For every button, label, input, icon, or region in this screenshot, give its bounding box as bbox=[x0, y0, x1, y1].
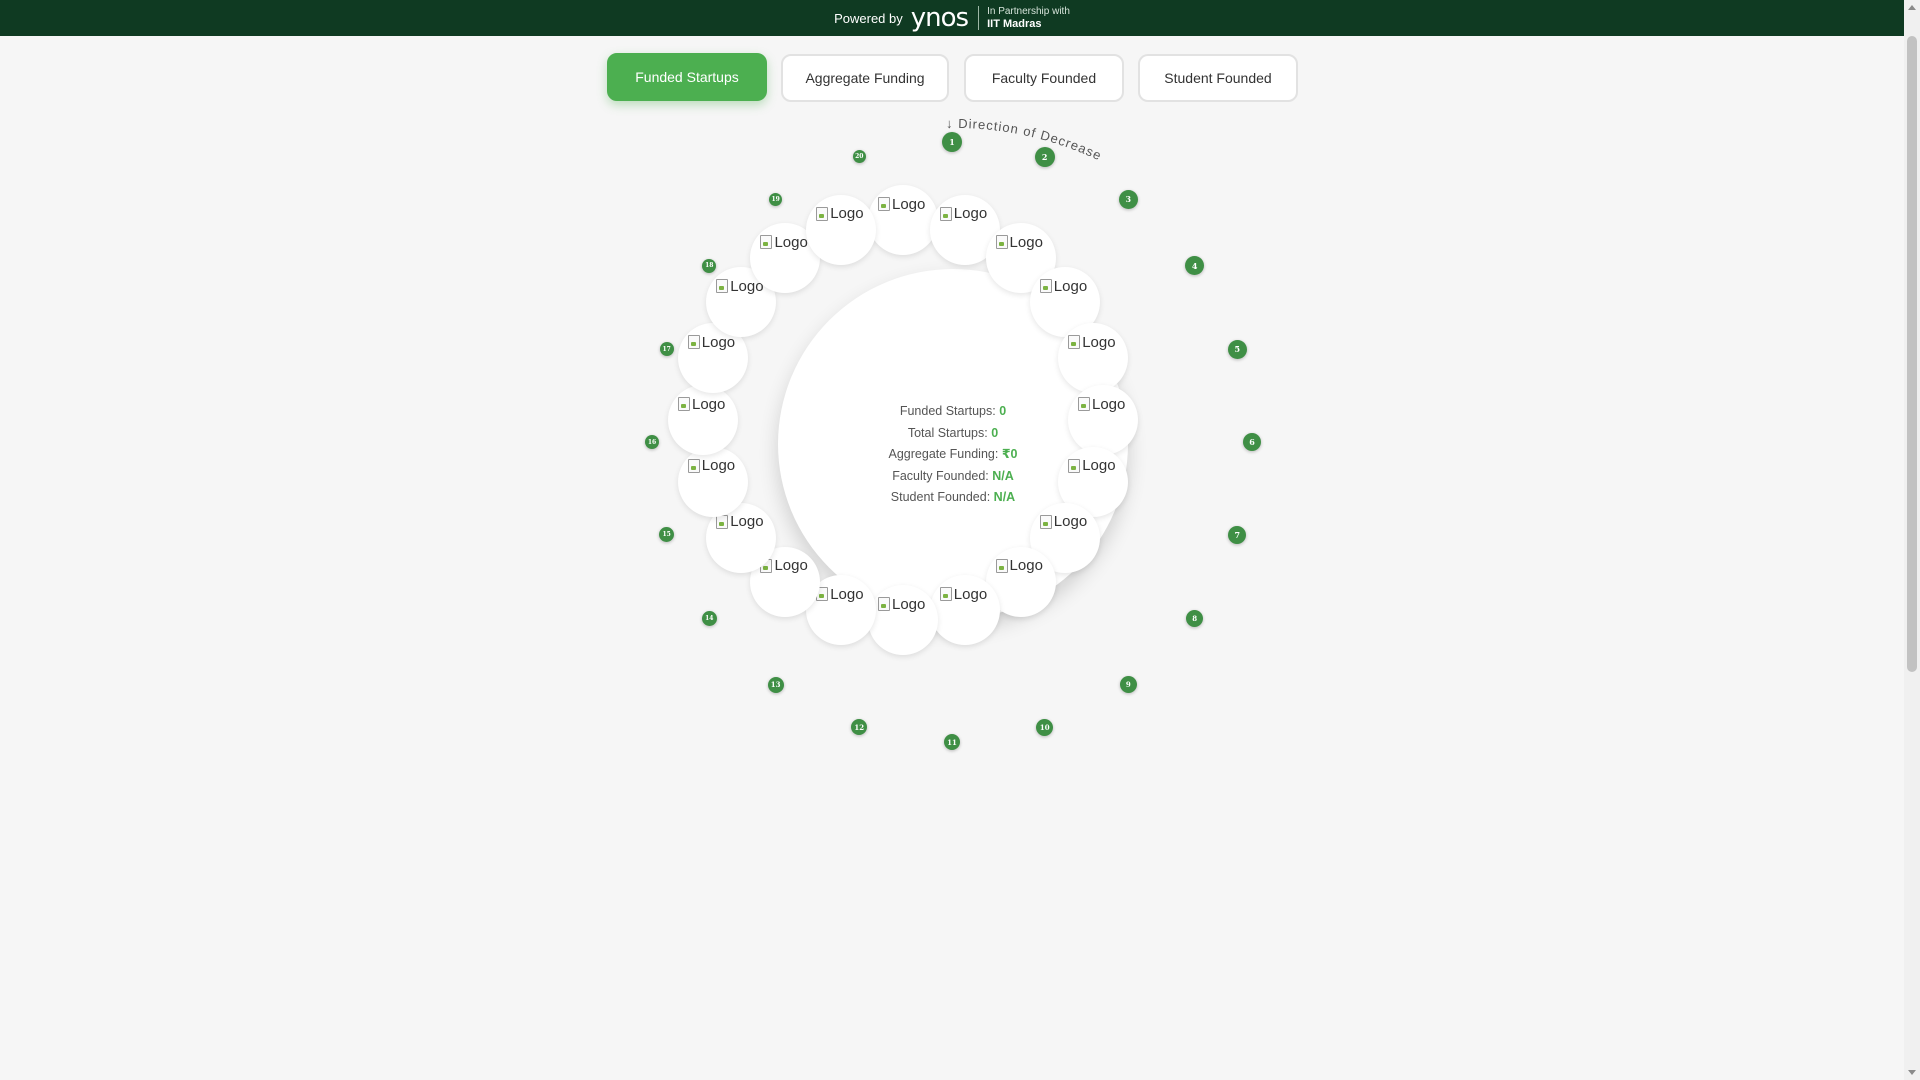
logo-alt-text: Logo bbox=[701, 457, 736, 475]
rank-badge: 18 bbox=[702, 258, 717, 273]
broken-image-icon bbox=[687, 335, 700, 350]
broken-image-alt: Logo bbox=[1039, 513, 1100, 531]
scroll-up-icon[interactable] bbox=[1908, 5, 1916, 10]
stat-aggregate-value: ₹0 bbox=[1001, 447, 1018, 461]
rank-badge: 9 bbox=[1119, 676, 1137, 694]
logo-alt-text: Logo bbox=[1082, 457, 1116, 475]
scroll-down-icon[interactable] bbox=[1908, 1070, 1916, 1075]
broken-image-alt: Logo bbox=[1078, 395, 1138, 413]
stat-funded-value: 0 bbox=[999, 404, 1007, 418]
broken-image-icon bbox=[1039, 279, 1052, 294]
broken-image-alt: Logo bbox=[939, 585, 1000, 603]
vertical-scrollbar[interactable] bbox=[1904, 0, 1920, 1080]
startup-logo[interactable]: Logo bbox=[868, 585, 938, 655]
rank-badge: 13 bbox=[767, 676, 784, 693]
rank-badge: 7 bbox=[1228, 525, 1247, 544]
broken-image-alt: Logo bbox=[995, 557, 1056, 575]
rank-badge: 6 bbox=[1243, 433, 1261, 451]
broken-image-icon bbox=[816, 206, 829, 221]
logo-alt-text: Logo bbox=[830, 585, 864, 603]
logo-alt-text: Logo bbox=[730, 513, 764, 531]
direction-of-decrease-label: ↓ Direction of Decrease → bbox=[0, 0, 1103, 163]
logo-alt-text: Logo bbox=[1053, 513, 1088, 531]
broken-image-icon bbox=[687, 458, 700, 473]
startup-logo[interactable]: Logo bbox=[1068, 385, 1138, 455]
logo-alt-text: Logo bbox=[774, 557, 808, 575]
startup-logo[interactable]: Logo bbox=[806, 194, 877, 265]
logo-alt-text: Logo bbox=[953, 205, 988, 223]
logo-alt-text: Logo bbox=[774, 233, 808, 251]
rank-badge: 20 bbox=[852, 150, 866, 164]
broken-image-icon bbox=[995, 558, 1008, 573]
broken-image-icon bbox=[760, 235, 773, 250]
broken-image-icon bbox=[1068, 458, 1081, 473]
logo-alt-text: Logo bbox=[892, 595, 926, 613]
logo-alt-text: Logo bbox=[830, 205, 864, 223]
logo-alt-text: Logo bbox=[1092, 395, 1126, 413]
stat-total-value: 0 bbox=[991, 425, 999, 440]
rank-badge: 14 bbox=[701, 610, 717, 626]
broken-image-icon bbox=[1068, 335, 1081, 350]
broken-image-alt: Logo bbox=[995, 233, 1056, 251]
broken-image-icon bbox=[878, 597, 890, 611]
rank-badge: 5 bbox=[1227, 339, 1247, 359]
broken-image-alt: Logo bbox=[678, 395, 738, 413]
rank-badge: 3 bbox=[1118, 189, 1138, 209]
broken-image-icon bbox=[939, 206, 952, 221]
stat-student-value: N/A bbox=[993, 490, 1016, 504]
broken-image-icon bbox=[716, 279, 729, 294]
startup-logo[interactable]: Logo bbox=[929, 575, 1000, 646]
rank-badge: 19 bbox=[769, 192, 783, 206]
rank-badge: 16 bbox=[645, 435, 659, 449]
broken-image-icon bbox=[939, 587, 952, 602]
broken-image-alt: Logo bbox=[687, 457, 748, 475]
logo-alt-text: Logo bbox=[701, 333, 736, 351]
broken-image-alt: Logo bbox=[816, 585, 876, 603]
broken-image-icon bbox=[1078, 397, 1090, 411]
broken-image-alt: Logo bbox=[816, 205, 876, 223]
startup-logo[interactable]: Logo bbox=[668, 385, 738, 455]
logo-alt-text: Logo bbox=[1009, 233, 1043, 251]
broken-image-alt: Logo bbox=[939, 205, 1000, 223]
broken-image-alt: Logo bbox=[716, 513, 776, 531]
broken-image-alt: Logo bbox=[760, 557, 820, 575]
broken-image-icon bbox=[1039, 514, 1052, 529]
broken-image-icon bbox=[678, 397, 690, 411]
broken-image-icon bbox=[878, 197, 890, 211]
broken-image-alt: Logo bbox=[1039, 277, 1100, 295]
broken-image-alt: Logo bbox=[878, 195, 938, 213]
logo-alt-text: Logo bbox=[1082, 333, 1116, 351]
rank-badge: 10 bbox=[1036, 718, 1054, 736]
rank-badge: 11 bbox=[944, 734, 960, 750]
rank-badge: 17 bbox=[659, 342, 674, 357]
stat-faculty-value: N/A bbox=[992, 468, 1014, 483]
logo-alt-text: Logo bbox=[1009, 557, 1043, 575]
rank-badge: 2 bbox=[1034, 146, 1055, 167]
logo-alt-text: Logo bbox=[692, 395, 726, 413]
logo-alt-text: Logo bbox=[1053, 277, 1088, 295]
startup-logo[interactable]: Logo bbox=[868, 185, 938, 255]
rank-badge: 8 bbox=[1186, 609, 1204, 627]
broken-image-icon bbox=[995, 235, 1008, 250]
logo-alt-text: Logo bbox=[892, 195, 926, 213]
logo-alt-text: Logo bbox=[953, 585, 988, 603]
broken-image-alt: Logo bbox=[878, 595, 938, 613]
rank-badge: 1 bbox=[942, 132, 962, 152]
startup-logo[interactable]: Logo bbox=[1058, 323, 1129, 394]
broken-image-alt: Logo bbox=[1068, 333, 1128, 351]
scrollbar-thumb[interactable] bbox=[1907, 36, 1917, 672]
startup-logo[interactable]: Logo bbox=[677, 446, 748, 517]
broken-image-alt: Logo bbox=[1068, 457, 1128, 475]
svg-text:↓ Direction of Decrease →: ↓ Direction of Decrease → bbox=[0, 0, 1104, 163]
